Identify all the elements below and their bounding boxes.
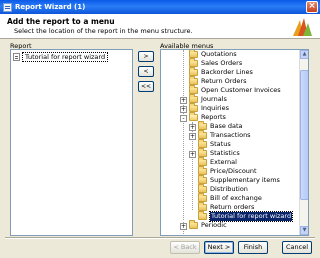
expand-periodic-icon[interactable]: + (180, 223, 187, 230)
folder-icon (189, 67, 198, 76)
report-icon (13, 52, 20, 61)
expand-journals-icon[interactable]: + (180, 97, 187, 104)
folder-icon (198, 202, 207, 211)
tree-node-selected[interactable]: Tutorial for report wizard (198, 211, 294, 222)
available-menus-tree[interactable]: Quotations Sales Orders Backorder Lines … (160, 49, 309, 236)
tree-node-reports[interactable]: Reports (189, 112, 226, 122)
tree-node[interactable]: Return Orders (189, 76, 247, 86)
tree-node[interactable]: Quotations (189, 50, 237, 59)
folder-icon (189, 58, 198, 67)
folder-icon (198, 121, 207, 130)
folder-icon (198, 184, 207, 193)
tree-node[interactable]: Bill of exchange (198, 193, 262, 203)
step-subtitle: Select the location of the report in the… (14, 27, 193, 35)
back-button[interactable]: < Back (170, 241, 200, 254)
folder-icon (189, 220, 198, 229)
folder-icon (189, 50, 198, 58)
app-icon (3, 2, 12, 12)
tree-scrollbar[interactable]: ▲ ▼ (299, 50, 308, 235)
report-item-label: Tutorial for report wizard (22, 51, 109, 62)
wizard-header: Add the report to a menu Select the loca… (0, 14, 320, 39)
expand-base-data-icon[interactable]: + (189, 124, 196, 131)
folder-icon (198, 139, 207, 148)
tree-node[interactable]: Periodic (189, 220, 227, 230)
expand-transactions-icon[interactable]: + (189, 133, 196, 140)
folder-icon (198, 193, 207, 202)
tree-node[interactable]: Inquiries (189, 103, 229, 113)
folder-open-icon (189, 112, 198, 121)
folder-icon (189, 85, 198, 94)
step-title: Add the report to a menu (7, 17, 115, 26)
finish-button[interactable]: Finish (238, 241, 268, 254)
cancel-button[interactable]: Cancel (282, 241, 312, 254)
expand-inquiries-icon[interactable]: + (180, 106, 187, 113)
tree-node[interactable]: Distribution (198, 184, 248, 194)
tree-node[interactable]: Supplementary items (198, 175, 280, 185)
remove-from-menu-button[interactable]: < (138, 66, 154, 77)
tree-node[interactable]: Sales Orders (189, 58, 242, 68)
footer-divider (5, 237, 315, 239)
folder-icon (189, 76, 198, 85)
tree-node[interactable]: Open Customer Invoices (189, 85, 281, 95)
tree-node[interactable]: Statistics (198, 148, 240, 158)
folder-icon (189, 94, 198, 103)
report-folder-icon (198, 211, 207, 220)
tree-node[interactable]: Return orders (198, 202, 254, 212)
folder-icon (198, 148, 207, 157)
folder-icon (198, 130, 207, 139)
scroll-down-icon[interactable]: ▼ (300, 226, 308, 235)
tree-node[interactable]: Backorder Lines (189, 67, 253, 77)
window-title: Report Wizard (1) (15, 3, 86, 11)
tree-node[interactable]: Transactions (198, 130, 251, 140)
expand-statistics-icon[interactable]: + (189, 151, 196, 158)
next-button[interactable]: Next > (204, 241, 234, 254)
scroll-up-icon[interactable]: ▲ (300, 50, 308, 59)
tree-node[interactable]: Price/Discount (198, 166, 257, 176)
dynamics-logo-icon (293, 18, 312, 36)
remove-all-button[interactable]: << (138, 81, 154, 92)
title-bar[interactable]: Report Wizard (1) × (0, 0, 320, 14)
folder-icon (198, 166, 207, 175)
add-to-menu-button[interactable]: > (138, 51, 154, 62)
folder-icon (198, 157, 207, 166)
close-button[interactable]: × (306, 1, 318, 13)
collapse-reports-icon[interactable]: - (180, 115, 187, 122)
report-list-item[interactable]: Tutorial for report wizard (13, 51, 109, 62)
scroll-thumb[interactable] (300, 70, 308, 200)
folder-icon (198, 175, 207, 184)
report-listbox[interactable]: Tutorial for report wizard (10, 49, 133, 236)
folder-icon (189, 103, 198, 112)
tree-node[interactable]: Base data (198, 121, 243, 131)
